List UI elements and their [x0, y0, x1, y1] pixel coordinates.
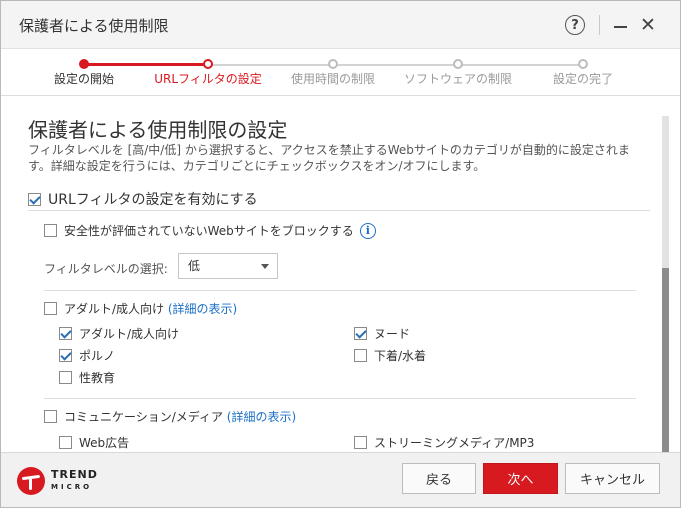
dialog-footer: TREND MICRO 戻る 次へ キャンセル	[1, 452, 680, 507]
step-dot-3	[328, 59, 338, 69]
category-communication-detail-link[interactable]: (詳細の表示)	[227, 410, 296, 424]
item-underwear-label: 下着/水着	[374, 349, 427, 363]
enable-url-filter-row[interactable]: URLフィルタの設定を有効にする	[28, 189, 258, 209]
block-unrated-checkbox[interactable]	[44, 224, 57, 237]
item-streaming-label: ストリーミングメディア/MP3	[374, 436, 535, 450]
logo-text-micro: MICRO	[51, 483, 93, 491]
item-sex-ed-label: 性教育	[79, 371, 116, 385]
item-streaming-checkbox[interactable]	[354, 436, 367, 449]
step-label-complete: 設定の完了	[552, 72, 614, 86]
block-unrated-row[interactable]: 安全性が評価されていないWebサイトをブロックする i	[44, 222, 376, 239]
step-progress-line	[84, 63, 208, 66]
item-web-ads-label: Web広告	[79, 436, 130, 450]
item-nude-checkbox[interactable]	[354, 327, 367, 340]
back-button[interactable]: 戻る	[402, 463, 476, 494]
page-description: フィルタレベルを [高/中/低] から選択すると、アクセスを禁止するWebサイト…	[28, 143, 630, 173]
info-icon[interactable]: i	[359, 222, 376, 239]
item-sex-ed-row[interactable]: 性教育	[59, 369, 115, 386]
filter-level-label: フィルタレベルの選択:	[44, 262, 168, 276]
settings-panel: 保護者による使用制限の設定 フィルタレベルを [高/中/低] から選択すると、ア…	[1, 96, 666, 452]
step-label-time-limit: 使用時間の制限	[290, 72, 376, 86]
item-streaming-row[interactable]: ストリーミングメディア/MP3	[354, 434, 534, 451]
close-icon[interactable]: ✕	[636, 13, 660, 37]
step-dot-4	[453, 59, 463, 69]
window-title: 保護者による使用制限	[19, 17, 169, 35]
item-porn-label: ポルノ	[79, 349, 116, 363]
step-label-software-limit: ソフトウェアの制限	[403, 72, 513, 86]
scrollbar-track[interactable]	[662, 116, 669, 268]
category-communication-label: コミュニケーション/メディア	[64, 410, 223, 424]
category-adult-row[interactable]: アダルト/成人向け (詳細の表示)	[44, 300, 237, 317]
next-button[interactable]: 次へ	[483, 463, 558, 494]
category-adult-detail-link[interactable]: (詳細の表示)	[168, 302, 237, 316]
item-sex-ed-checkbox[interactable]	[59, 371, 72, 384]
item-underwear-row[interactable]: 下着/水着	[354, 347, 426, 364]
step-label-url-filter: URLフィルタの設定	[154, 72, 262, 86]
category-communication-row[interactable]: コミュニケーション/メディア (詳細の表示)	[44, 408, 296, 425]
minimize-icon[interactable]	[608, 13, 632, 37]
titlebar-separator	[599, 15, 600, 35]
item-adult-row[interactable]: アダルト/成人向け	[59, 325, 179, 342]
item-adult-label: アダルト/成人向け	[79, 327, 180, 341]
help-icon[interactable]: ?	[563, 13, 587, 37]
title-bar: 保護者による使用制限 ? ✕	[1, 1, 680, 49]
enable-url-filter-checkbox[interactable]	[28, 192, 41, 206]
section-divider	[28, 210, 650, 211]
item-underwear-checkbox[interactable]	[354, 349, 367, 362]
wizard-stepper: 設定の開始 URLフィルタの設定 使用時間の制限 ソフトウェアの制限 設定の完了	[1, 49, 680, 95]
page-title: 保護者による使用制限の設定	[28, 118, 288, 142]
step-dot-5	[578, 59, 588, 69]
step-remaining-line	[208, 64, 583, 66]
step-dot-1	[79, 59, 89, 69]
filter-level-value: 低	[188, 259, 201, 273]
item-web-ads-row[interactable]: Web広告	[59, 434, 129, 451]
block-unrated-label: 安全性が評価されていないWebサイトをブロックする	[64, 224, 354, 238]
item-adult-checkbox[interactable]	[59, 327, 72, 340]
dialog-window: 保護者による使用制限 ? ✕ 設定の開始 URLフィルタの設定 使用時間の制限 …	[0, 0, 681, 508]
filter-level-select[interactable]: 低	[178, 253, 278, 279]
item-nude-label: ヌード	[374, 327, 411, 341]
enable-url-filter-label: URLフィルタの設定を有効にする	[48, 192, 258, 208]
scrollbar-thumb[interactable]	[662, 268, 669, 452]
category-communication-checkbox[interactable]	[44, 410, 57, 423]
trend-micro-logo: TREND MICRO	[17, 467, 98, 495]
item-web-ads-checkbox[interactable]	[59, 436, 72, 449]
chevron-down-icon	[261, 264, 269, 269]
cancel-button[interactable]: キャンセル	[565, 463, 660, 494]
item-nude-row[interactable]: ヌード	[354, 325, 410, 342]
category-adult-checkbox[interactable]	[44, 302, 57, 315]
trend-micro-logo-icon	[17, 467, 45, 495]
step-label-start: 設定の開始	[53, 72, 115, 86]
logo-text-trend: TREND	[51, 468, 98, 481]
item-porn-checkbox[interactable]	[59, 349, 72, 362]
step-dot-2	[203, 59, 213, 69]
category-adult-label: アダルト/成人向け	[64, 302, 165, 316]
category-divider-2	[44, 398, 636, 399]
item-porn-row[interactable]: ポルノ	[59, 347, 115, 364]
category-divider-1	[44, 290, 636, 291]
